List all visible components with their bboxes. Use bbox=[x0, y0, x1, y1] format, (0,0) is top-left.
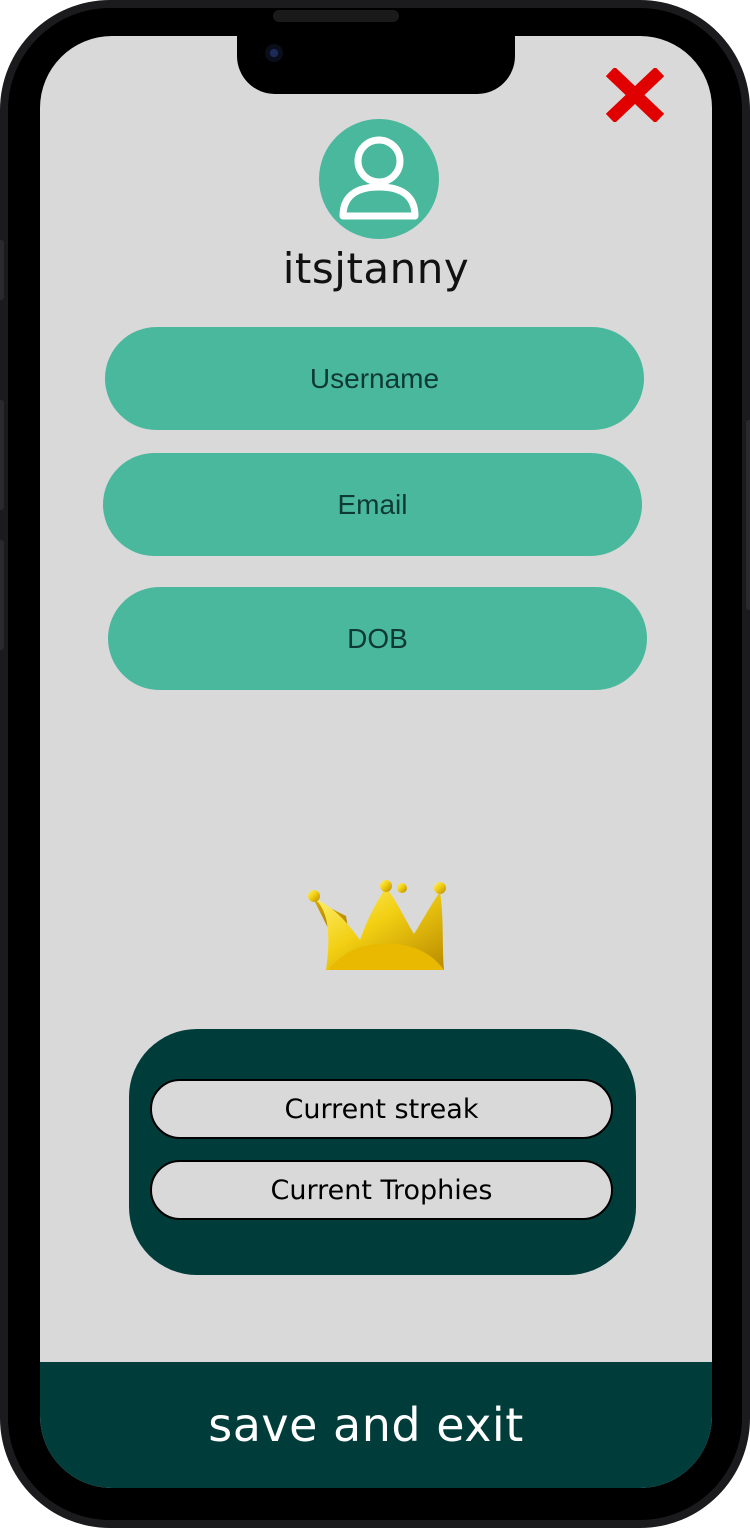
silent-switch bbox=[0, 240, 4, 300]
volume-down-button bbox=[0, 540, 4, 650]
power-button bbox=[746, 420, 750, 610]
dob-field-label: DOB bbox=[347, 622, 408, 654]
notch bbox=[237, 36, 515, 94]
avatar[interactable] bbox=[319, 119, 439, 239]
username-field[interactable]: Username bbox=[105, 327, 644, 430]
profile-screen: itsjtanny Username Email DOB Current str… bbox=[40, 36, 712, 1488]
close-icon bbox=[605, 66, 665, 124]
username-field-label: Username bbox=[309, 362, 440, 394]
dob-field[interactable]: DOB bbox=[108, 587, 647, 690]
crown-icon bbox=[308, 880, 446, 970]
current-trophies-label: Current Trophies bbox=[270, 1174, 493, 1206]
earpiece-speaker bbox=[273, 10, 399, 22]
profile-display-name: itsjtanny bbox=[282, 244, 470, 293]
volume-up-button bbox=[0, 400, 4, 510]
email-field[interactable]: Email bbox=[103, 453, 642, 556]
save-and-exit-label: save and exit bbox=[208, 1398, 524, 1452]
phone-frame: itsjtanny Username Email DOB Current str… bbox=[0, 0, 750, 1528]
current-streak-button[interactable]: Current streak bbox=[150, 1079, 613, 1139]
stats-card: Current streak Current Trophies bbox=[129, 1029, 636, 1275]
front-camera bbox=[265, 44, 283, 62]
current-streak-label: Current streak bbox=[284, 1093, 479, 1125]
close-button[interactable] bbox=[605, 66, 665, 124]
user-icon bbox=[339, 136, 419, 220]
save-and-exit-button[interactable]: save and exit bbox=[40, 1362, 712, 1488]
current-trophies-button[interactable]: Current Trophies bbox=[150, 1160, 613, 1220]
email-field-label: Email bbox=[337, 488, 408, 520]
